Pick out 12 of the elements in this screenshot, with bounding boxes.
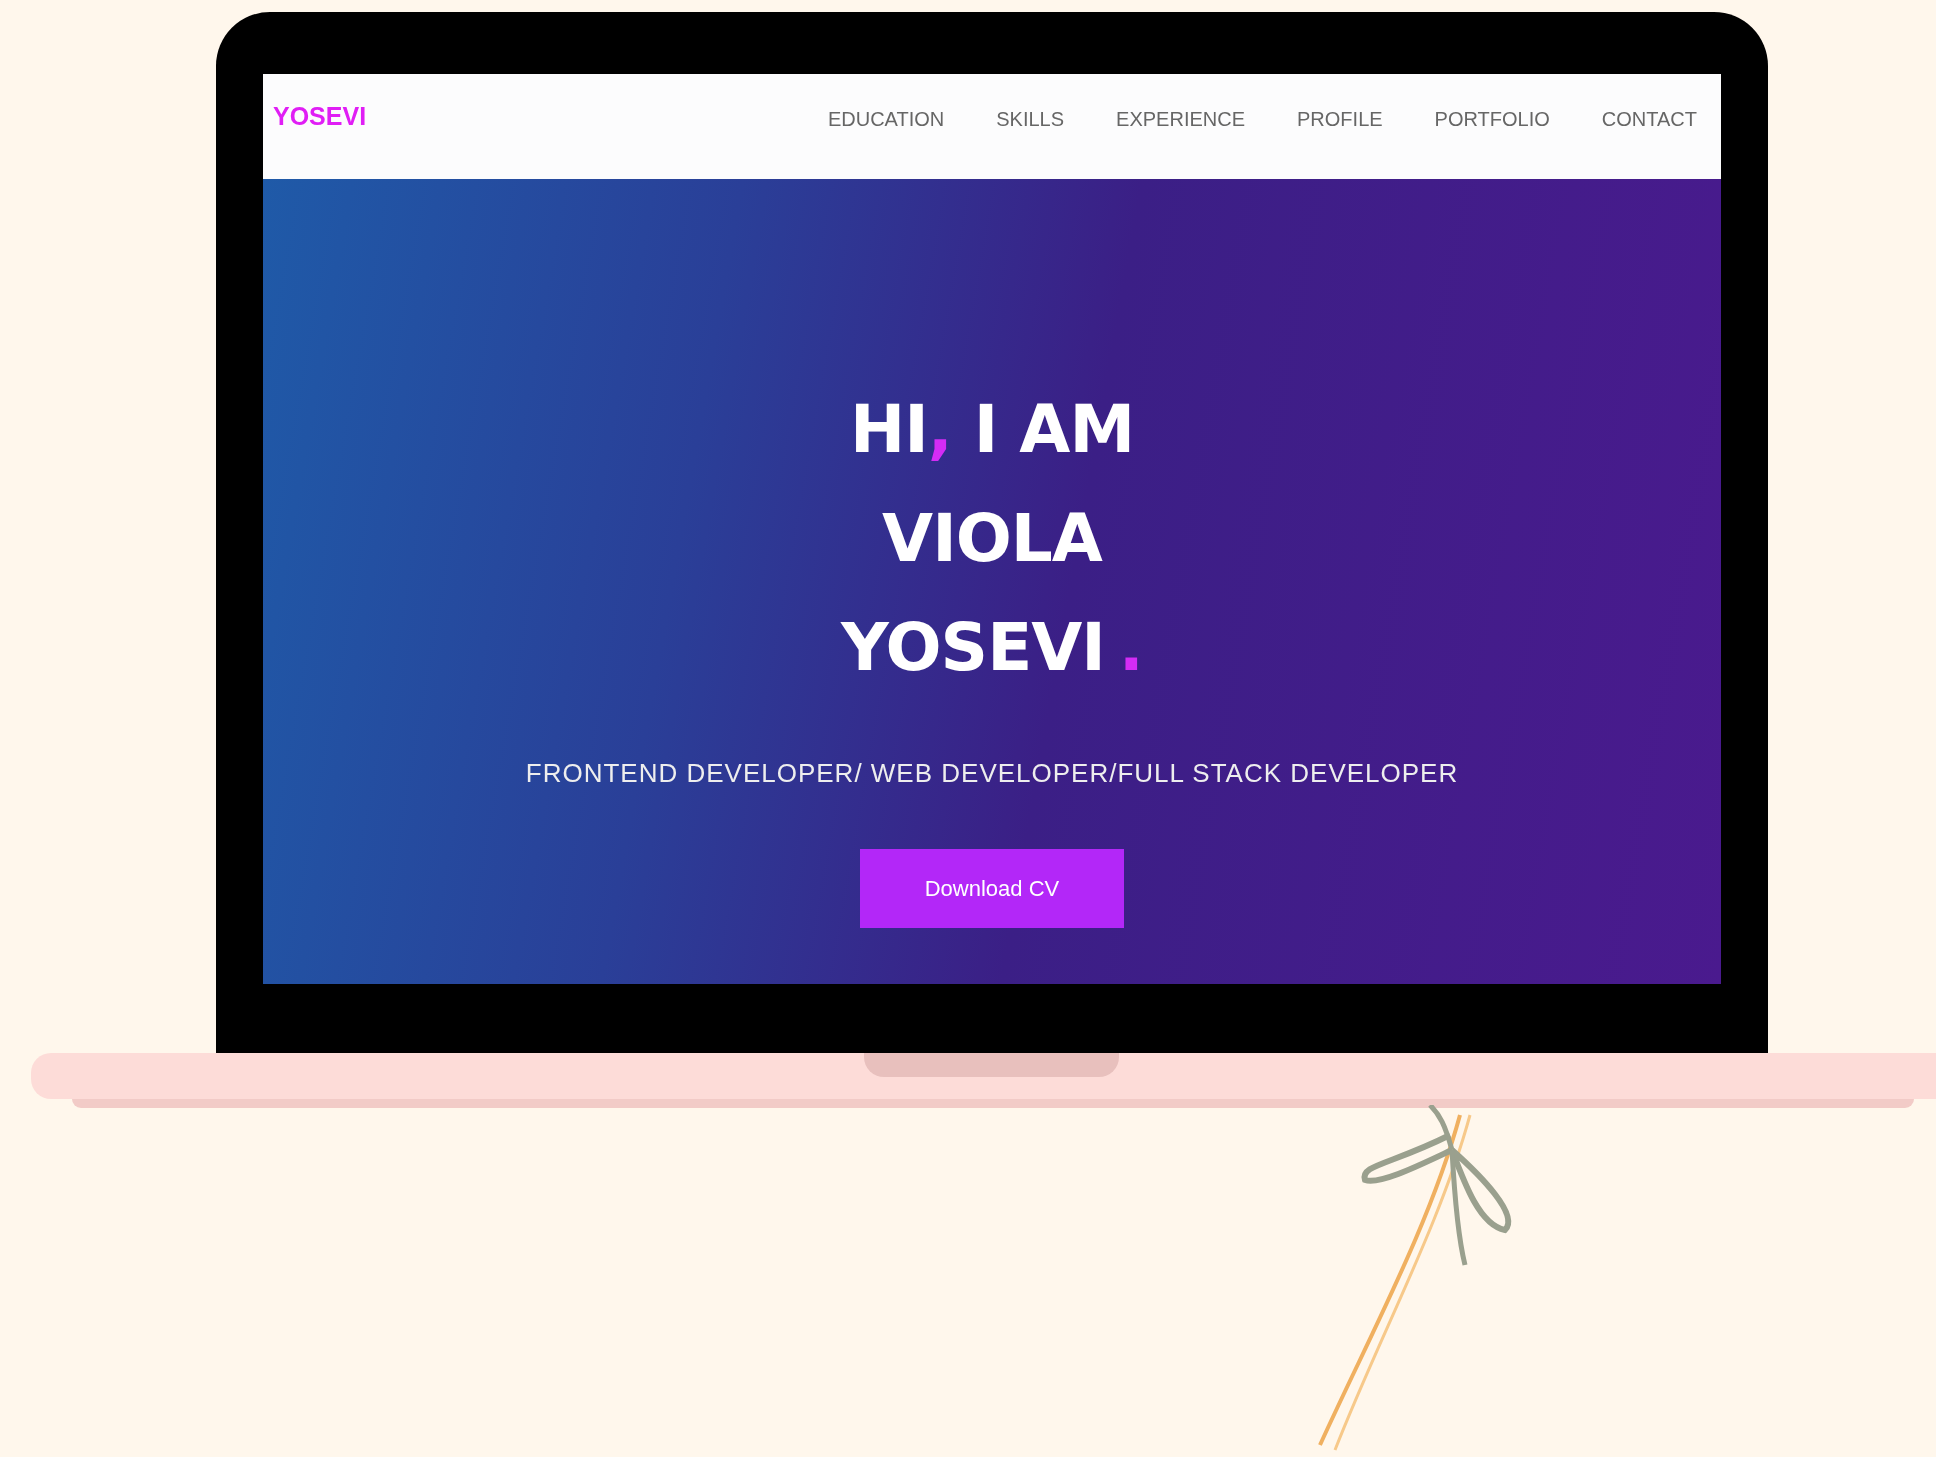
nav-link[interactable]: PROFILE (1297, 108, 1383, 131)
nav-link[interactable]: PORTFOLIO (1434, 108, 1550, 131)
nav-link[interactable]: EDUCATION (827, 108, 945, 131)
nav-link[interactable]: EXPERIENCE (1116, 108, 1245, 131)
nav-link[interactable]: SKILLS (996, 108, 1065, 131)
hero-heading: HI, I AM (849, 390, 1135, 470)
hero-subtitle: FRONTEND DEVELOPER/ WEB DEVELOPER/FULL STACK DEVELOPER (525, 758, 1459, 789)
download-button[interactable]: Download CV (860, 849, 1124, 928)
nav-link[interactable]: CONTACT (1601, 108, 1697, 131)
hero-heading: YOSEVI . (841, 608, 1143, 688)
hero-heading: VIOLA (882, 499, 1102, 579)
site-logo[interactable]: YOSEVI (273, 102, 367, 131)
